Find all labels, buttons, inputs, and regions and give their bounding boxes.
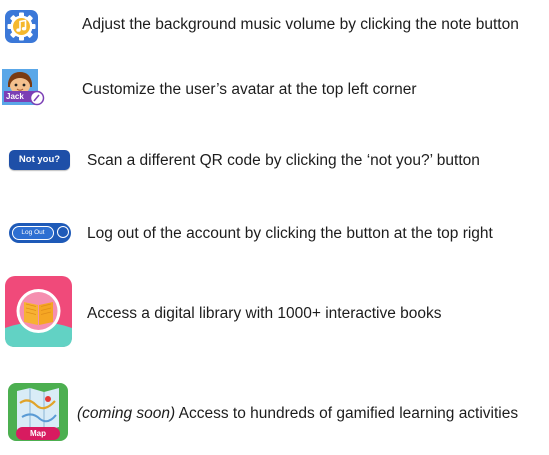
- feature-desc-map: (coming soon) Access to hundreds of gami…: [77, 403, 537, 424]
- feature-row-music: Adjust the background music volume by cl…: [0, 0, 549, 55]
- feature-desc-music: Adjust the background music volume by cl…: [82, 16, 519, 33]
- feature-desc-map-text: Access to hundreds of gamified learning …: [175, 405, 519, 422]
- library-book-icon: [5, 276, 72, 347]
- music-note-gear-icon: [4, 9, 39, 44]
- map-label: Map: [30, 429, 46, 438]
- not-you-button-icon: Not you?: [9, 150, 70, 170]
- feature-desc-library: Access a digital library with 1000+ inte…: [87, 305, 442, 322]
- logout-button-icon: Log Out: [9, 223, 71, 243]
- avatar-name-label: Jack: [6, 92, 24, 101]
- power-icon: [57, 226, 69, 238]
- coming-soon-label: (coming soon): [77, 405, 176, 422]
- feature-desc-not-you: Scan a different QR code by clicking the…: [87, 152, 480, 169]
- avatar-icon: Jack: [2, 69, 45, 106]
- feature-desc-avatar: Customize the user’s avatar at the top l…: [82, 81, 417, 98]
- feature-desc-logout: Log out of the account by clicking the b…: [87, 225, 493, 242]
- logout-label: Log Out: [12, 226, 54, 240]
- map-icon: Map: [8, 383, 68, 443]
